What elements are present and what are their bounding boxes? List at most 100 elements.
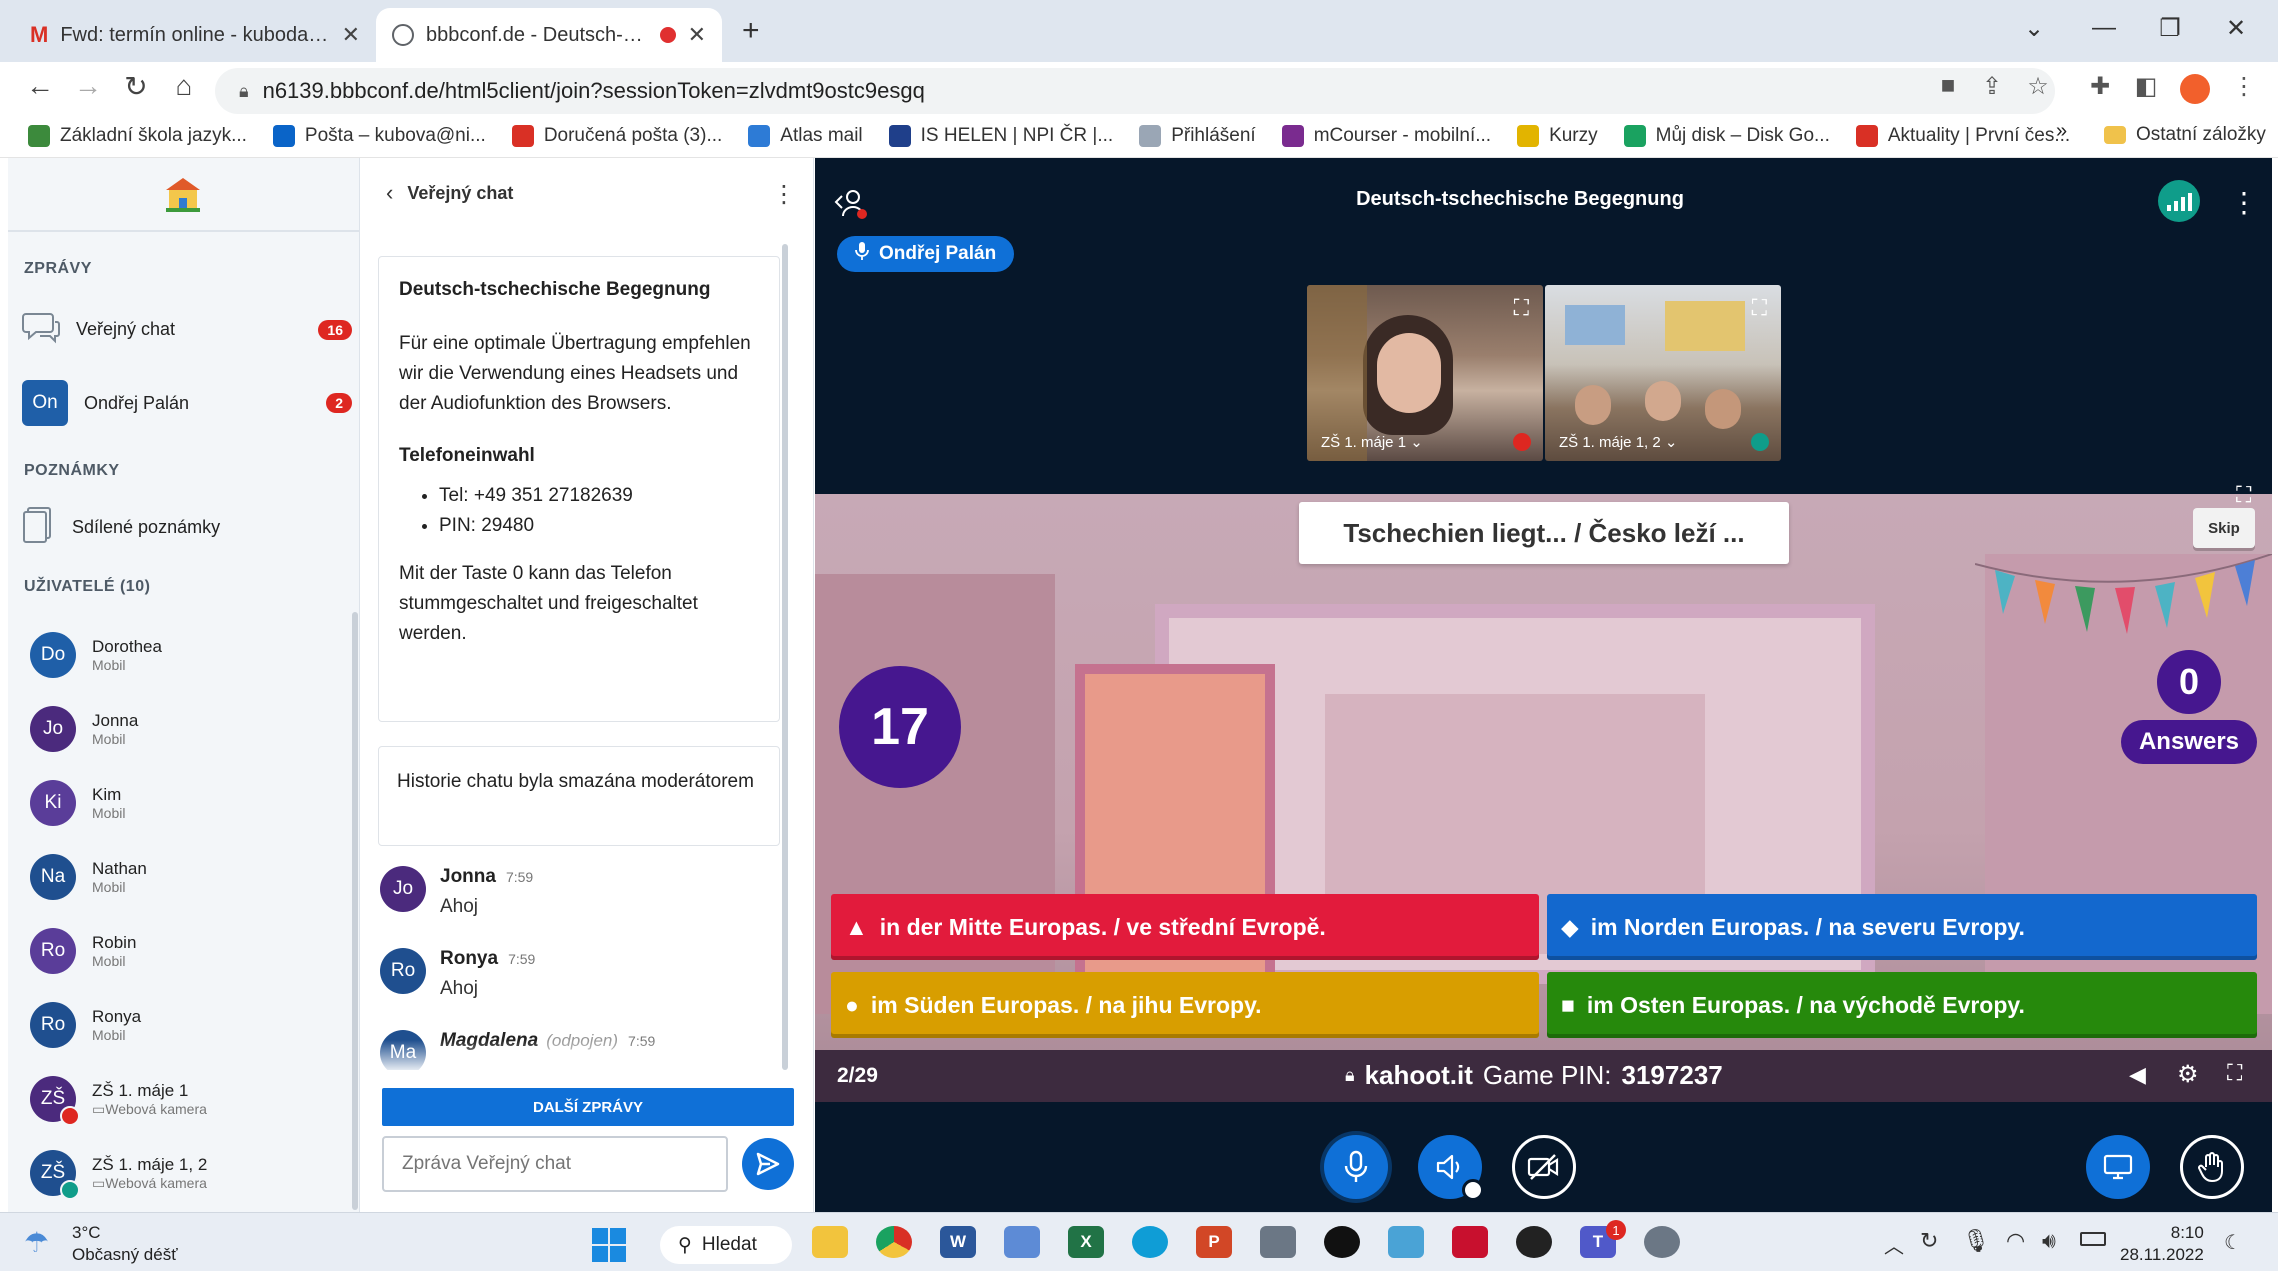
- bookmark-item[interactable]: Základní škola jazyk...: [28, 124, 247, 147]
- chrome-icon[interactable]: [876, 1226, 912, 1258]
- restore-icon[interactable]: ❐: [2150, 14, 2190, 43]
- chat-header[interactable]: ‹ Veřejný chat: [386, 180, 513, 206]
- user-item[interactable]: Na Nathan Mobil: [30, 854, 360, 900]
- windows-start-icon[interactable]: [592, 1228, 626, 1267]
- acrobat-icon[interactable]: [1452, 1226, 1488, 1258]
- sync-icon[interactable]: ↻: [1920, 1228, 1938, 1254]
- meeting-options-icon[interactable]: ⋮: [2230, 186, 2258, 219]
- user-list-scrollbar[interactable]: [352, 612, 358, 1210]
- file-explorer-icon[interactable]: [812, 1226, 848, 1258]
- chat-scrollbar[interactable]: [782, 244, 788, 1070]
- powerpoint-icon[interactable]: P: [1196, 1226, 1232, 1258]
- audio-button[interactable]: [1418, 1135, 1484, 1201]
- user-item[interactable]: ZŠ ZŠ 1. máje 1, 2 ▭Webová kamera: [30, 1150, 360, 1200]
- user-item[interactable]: Ro Robin Mobil: [30, 928, 360, 974]
- close-window-icon[interactable]: ✕: [2216, 14, 2256, 43]
- avatar: Ro: [380, 948, 426, 994]
- answer-option-red[interactable]: ▲ in der Mitte Europas. / ve střední Evr…: [831, 894, 1539, 960]
- browser-menu-icon[interactable]: ⋮: [2226, 72, 2262, 101]
- user-item[interactable]: Ki Kim Mobil: [30, 780, 360, 826]
- answer-option-green[interactable]: ■ im Osten Europas. / na východě Evropy.: [1547, 972, 2257, 1038]
- bookmark-item[interactable]: Kurzy: [1517, 124, 1598, 147]
- calculator-icon[interactable]: [1260, 1226, 1296, 1258]
- camera-in-use-icon[interactable]: ■: [1930, 72, 1966, 100]
- reload-icon[interactable]: ↻: [116, 70, 156, 103]
- skip-button[interactable]: Skip: [2193, 508, 2255, 548]
- forward-icon[interactable]: →: [68, 70, 108, 102]
- app-icon[interactable]: [1324, 1226, 1360, 1258]
- webcam-tile[interactable]: ZŠ 1. máje 1 ⌄ ⛶: [1307, 285, 1543, 461]
- weather-icon[interactable]: ☂: [24, 1226, 49, 1259]
- taskbar-search[interactable]: ⚲ Hledat: [660, 1226, 792, 1264]
- bookmark-item[interactable]: Přihlášení: [1139, 124, 1256, 147]
- app-icon[interactable]: [1388, 1226, 1424, 1258]
- user-item[interactable]: Ro Ronya Mobil: [30, 1002, 360, 1048]
- presentation-fullscreen-icon[interactable]: ⛶: [2236, 482, 2251, 508]
- answer-option-blue[interactable]: ◆ im Norden Europas. / na severu Evropy.: [1547, 894, 2257, 960]
- settings-icon[interactable]: ⚙: [2177, 1060, 2199, 1089]
- weather-widget[interactable]: 3°C Občasný déšť: [72, 1222, 178, 1266]
- profile-avatar[interactable]: [2180, 74, 2210, 104]
- settings-app-icon[interactable]: [1644, 1226, 1680, 1258]
- toggle-user-list-icon[interactable]: [834, 186, 868, 225]
- chat-options-icon[interactable]: ⋮: [772, 180, 796, 209]
- home-icon[interactable]: ⌂: [164, 70, 204, 102]
- expand-icon[interactable]: ⛶: [1752, 295, 1767, 321]
- edge-icon[interactable]: [1132, 1226, 1168, 1258]
- close-tab-icon[interactable]: ✕: [688, 22, 706, 48]
- app-icon[interactable]: [1516, 1226, 1552, 1258]
- back-icon[interactable]: ←: [20, 70, 60, 102]
- notifications-icon[interactable]: ☾: [2224, 1230, 2242, 1255]
- side-panel-icon[interactable]: ◧: [2128, 72, 2164, 101]
- bookmark-item[interactable]: mCourser - mobilní...: [1281, 124, 1491, 147]
- wifi-icon[interactable]: ◠: [2006, 1228, 2025, 1254]
- user-item[interactable]: Jo Jonna Mobil: [30, 706, 360, 752]
- raise-hand-button[interactable]: [2180, 1135, 2244, 1199]
- sidebar-item-shared-notes[interactable]: Sdílené poznámky: [22, 506, 352, 549]
- new-tab-icon[interactable]: +: [742, 14, 760, 48]
- connection-status-icon[interactable]: [2158, 180, 2200, 222]
- bookmark-star-icon[interactable]: ☆: [2020, 72, 2056, 101]
- browser-tab-bbb[interactable]: bbbconf.de - Deutsch-tschec ✕: [376, 8, 722, 62]
- address-bar[interactable]: 🔒︎ n6139.bbbconf.de/html5client/join?ses…: [215, 68, 2055, 114]
- sidebar-item-public-chat[interactable]: Veřejný chat 16: [22, 310, 352, 349]
- messages-section-title: ZPRÁVY: [24, 260, 92, 277]
- answer-option-yellow[interactable]: ● im Süden Europas. / na jihu Evropy.: [831, 972, 1539, 1038]
- audio-settings-icon[interactable]: [1462, 1179, 1484, 1201]
- close-tab-icon[interactable]: ✕: [342, 22, 360, 48]
- more-bookmarks-icon[interactable]: »: [2056, 120, 2067, 143]
- battery-icon[interactable]: [2080, 1232, 2106, 1246]
- bookmark-item[interactable]: Aktuality | První čes...: [1855, 124, 2070, 147]
- microphone-tray-icon[interactable]: 🎙︎: [1962, 1228, 1990, 1254]
- volume-icon[interactable]: ◀: [2129, 1062, 2146, 1088]
- bookmark-item[interactable]: Doručená pošta (3)...: [511, 124, 722, 147]
- sidebar-item-private-chat[interactable]: On Ondřej Palán 2: [22, 380, 352, 426]
- more-messages-button[interactable]: DALŠÍ ZPRÁVY: [382, 1088, 794, 1126]
- microphone-button[interactable]: [1324, 1135, 1388, 1199]
- bookmark-item[interactable]: IS HELEN | NPI ČR |...: [888, 124, 1113, 147]
- webcam-button[interactable]: [1512, 1135, 1576, 1199]
- browser-tab-gmail[interactable]: M Fwd: termín online - kuboda8@g ✕: [14, 8, 376, 62]
- clock[interactable]: 8:10 28.11.2022: [2120, 1222, 2204, 1266]
- bookmark-item[interactable]: Atlas mail: [748, 124, 863, 147]
- chat-message-input[interactable]: [382, 1136, 728, 1192]
- snipping-tool-icon[interactable]: [1004, 1226, 1040, 1258]
- tab-search-icon[interactable]: ⌄: [2014, 14, 2054, 43]
- user-item[interactable]: Do Dorothea Mobil: [30, 632, 360, 678]
- webcam-tile[interactable]: ZŠ 1. máje 1, 2 ⌄ ⛶: [1545, 285, 1781, 461]
- bookmark-item[interactable]: Pošta – kubova@ni...: [272, 124, 486, 147]
- user-item[interactable]: ZŠ ZŠ 1. máje 1 ▭Webová kamera: [30, 1076, 360, 1126]
- kahoot-fullscreen-icon[interactable]: ⛶: [2227, 1060, 2242, 1086]
- bookmark-item[interactable]: Můj disk – Disk Go...: [1623, 124, 1830, 147]
- volume-tray-icon[interactable]: 🔊︎: [2042, 1228, 2056, 1254]
- show-hidden-icons-icon[interactable]: ︿: [1884, 1230, 1904, 1259]
- send-message-button[interactable]: [742, 1138, 794, 1190]
- word-icon[interactable]: W: [940, 1226, 976, 1258]
- share-screen-button[interactable]: [2086, 1135, 2150, 1199]
- extensions-icon[interactable]: ✚: [2082, 72, 2118, 101]
- share-icon[interactable]: ⇪: [1974, 72, 2010, 101]
- minimize-icon[interactable]: —: [2084, 14, 2124, 42]
- excel-icon[interactable]: X: [1068, 1226, 1104, 1258]
- expand-icon[interactable]: ⛶: [1514, 295, 1529, 321]
- other-bookmarks[interactable]: Ostatní záložky: [2104, 124, 2266, 146]
